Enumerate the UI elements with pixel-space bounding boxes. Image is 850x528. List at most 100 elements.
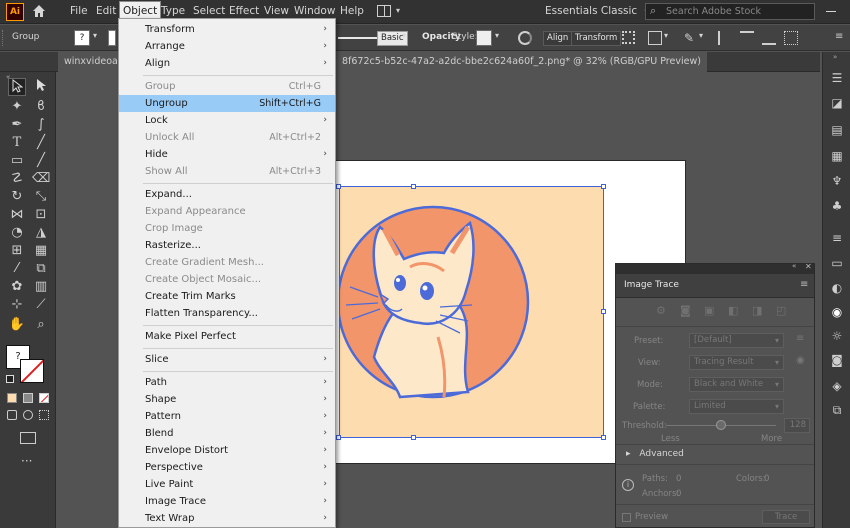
- shaper-tool-icon[interactable]: ☡: [8, 170, 26, 188]
- arrange-documents-icon[interactable]: [377, 5, 391, 17]
- align-to-icon[interactable]: [784, 31, 798, 45]
- graphic-styles-panel-icon[interactable]: ◙: [829, 352, 845, 368]
- direct-selection-tool-icon[interactable]: [32, 78, 50, 96]
- menu-item-flatten-transparency[interactable]: Flatten Transparency...: [119, 305, 335, 322]
- recolor-artwork-icon[interactable]: [518, 31, 532, 45]
- menu-item-create-trim-marks[interactable]: Create Trim Marks: [119, 288, 335, 305]
- slice-tool-icon[interactable]: ⟋: [32, 296, 50, 314]
- selection-handle[interactable]: [411, 435, 416, 440]
- selection-handle[interactable]: [601, 435, 606, 440]
- graphic-style-swatch[interactable]: [476, 30, 492, 46]
- menu-item-create-object-mosaic[interactable]: Create Object Mosaic...: [119, 271, 335, 288]
- isolate-group-icon[interactable]: [648, 31, 662, 45]
- transparency-panel-icon[interactable]: ◐: [829, 280, 845, 296]
- free-transform-tool-icon[interactable]: ⊡: [32, 206, 50, 224]
- gradient-tool-icon[interactable]: ▦: [32, 242, 50, 260]
- home-icon[interactable]: [31, 3, 47, 19]
- menu-item-transform[interactable]: Transform ›: [119, 21, 335, 38]
- swatches-panel-icon[interactable]: ▦: [829, 148, 845, 164]
- hand-tool-icon[interactable]: ✋: [8, 316, 26, 334]
- libraries-panel-icon[interactable]: ▤: [829, 122, 845, 138]
- screen-mode-icon[interactable]: [20, 432, 36, 444]
- none-mode-swatch[interactable]: [39, 393, 49, 403]
- menu-item-crop-image[interactable]: Crop Image: [119, 220, 335, 237]
- selection-handle[interactable]: [336, 435, 341, 440]
- magic-wand-icon[interactable]: ✦: [8, 98, 26, 116]
- type-tool-icon[interactable]: T: [8, 134, 26, 152]
- chevron-down-icon[interactable]: ▾: [699, 31, 703, 40]
- blend-tool-icon[interactable]: ⧉: [32, 260, 50, 278]
- chevron-down-icon[interactable]: ▾: [495, 31, 499, 40]
- draw-inside-icon[interactable]: [39, 410, 49, 420]
- appearance-panel-icon[interactable]: ☼: [829, 328, 845, 344]
- menu-item-live-paint[interactable]: Live Paint ›: [119, 476, 335, 493]
- layers-stack-icon[interactable]: ◈: [829, 378, 845, 394]
- mesh-tool-icon[interactable]: ⊞: [8, 242, 26, 260]
- properties-panel-icon[interactable]: ☰: [829, 70, 845, 86]
- menu-item-create-gradient-mesh[interactable]: Create Gradient Mesh...: [119, 254, 335, 271]
- menu-item-image-trace[interactable]: Image Trace ›: [119, 493, 335, 510]
- image-trace-panel-icon[interactable]: ◉: [829, 304, 845, 320]
- align-button[interactable]: Align: [543, 31, 573, 46]
- menu-item-align[interactable]: Align ›: [119, 55, 335, 72]
- placed-image[interactable]: [336, 186, 604, 438]
- chevron-down-icon[interactable]: ▾: [664, 31, 668, 40]
- workspace-switcher[interactable]: Essentials Classic ▾: [545, 5, 649, 17]
- artboards-panel-icon[interactable]: ⧉: [829, 402, 845, 418]
- selection-handle[interactable]: [411, 184, 416, 189]
- high-color-icon[interactable]: ◙: [680, 304, 691, 317]
- low-color-icon[interactable]: ▣: [704, 304, 714, 317]
- shape-builder-tool-icon[interactable]: ◔: [8, 224, 26, 242]
- transform-button[interactable]: Transform: [571, 31, 622, 46]
- document-tab-active[interactable]: 8f672c5-b52c-47a2-a2dc-bbe2c624a60f_2.pn…: [336, 52, 707, 72]
- menu-item-ungroup[interactable]: Ungroup Shift+Ctrl+G: [119, 95, 335, 112]
- grayscale-icon[interactable]: ◧: [728, 304, 738, 317]
- panel-collapse-icon[interactable]: »: [833, 53, 837, 61]
- menu-item-blend[interactable]: Blend ›: [119, 425, 335, 442]
- edit-contents-icon[interactable]: ✎: [684, 31, 698, 45]
- preset-select[interactable]: [Default] ▾: [689, 333, 784, 348]
- artboard-tool-icon[interactable]: ⊹: [8, 296, 26, 314]
- selection-tool-icon[interactable]: [8, 78, 26, 96]
- rectangle-tool-icon[interactable]: ▭: [8, 152, 26, 170]
- default-colors-icon[interactable]: [6, 375, 14, 383]
- line-segment-tool-icon[interactable]: ╱: [32, 134, 50, 152]
- eyedropper-tool-icon[interactable]: ⁄: [8, 260, 26, 278]
- brushes-panel-icon[interactable]: ♆: [829, 173, 845, 189]
- menu-item-lock[interactable]: Lock ›: [119, 112, 335, 129]
- zoom-tool-icon[interactable]: ⌕: [32, 316, 50, 334]
- perspective-grid-tool-icon[interactable]: ◮: [32, 224, 50, 242]
- more-tools-icon[interactable]: ···: [21, 454, 32, 468]
- menu-edit[interactable]: Edit: [93, 0, 119, 22]
- stroke-panel-icon[interactable]: ≡: [829, 230, 845, 246]
- draw-behind-icon[interactable]: [23, 410, 33, 420]
- menu-file[interactable]: File: [67, 0, 91, 22]
- outline-icon[interactable]: ◰: [776, 304, 786, 317]
- palette-select[interactable]: Limited ▾: [689, 399, 784, 414]
- panel-menu-icon[interactable]: ≡: [800, 279, 808, 290]
- auto-color-icon[interactable]: ⚙: [656, 304, 666, 317]
- selection-handle[interactable]: [601, 309, 606, 314]
- gradient-panel-icon[interactable]: ▭: [829, 255, 845, 271]
- menu-item-expand-appearance[interactable]: Expand Appearance: [119, 203, 335, 220]
- menu-item-hide[interactable]: Hide ›: [119, 146, 335, 163]
- lasso-icon[interactable]: ϐ: [32, 98, 50, 116]
- paintbrush-tool-icon[interactable]: ╱: [32, 152, 50, 170]
- close-icon[interactable]: ✕: [805, 262, 812, 271]
- align-horizontal-icon[interactable]: [718, 31, 732, 45]
- layers-panel-icon[interactable]: ◪: [829, 95, 845, 111]
- menu-item-envelope-distort[interactable]: Envelope Distort ›: [119, 442, 335, 459]
- width-tool-icon[interactable]: ⋈: [8, 206, 26, 224]
- distribute-icon[interactable]: [762, 31, 776, 45]
- collapse-icon[interactable]: «: [792, 262, 796, 270]
- menu-item-show-all[interactable]: Show All Alt+Ctrl+3: [119, 163, 335, 180]
- scale-tool-icon[interactable]: ⤡: [32, 188, 50, 206]
- menu-item-expand[interactable]: Expand...: [119, 186, 335, 203]
- pen-tool-icon[interactable]: ✒: [8, 116, 26, 134]
- stroke-swatch[interactable]: [108, 30, 116, 46]
- color-mode-swatch[interactable]: [7, 393, 17, 403]
- menu-item-perspective[interactable]: Perspective ›: [119, 459, 335, 476]
- menu-item-make-pixel-perfect[interactable]: Make Pixel Perfect: [119, 328, 335, 345]
- eraser-tool-icon[interactable]: ⌫: [32, 170, 50, 188]
- chevron-down-icon[interactable]: ▾: [93, 31, 97, 40]
